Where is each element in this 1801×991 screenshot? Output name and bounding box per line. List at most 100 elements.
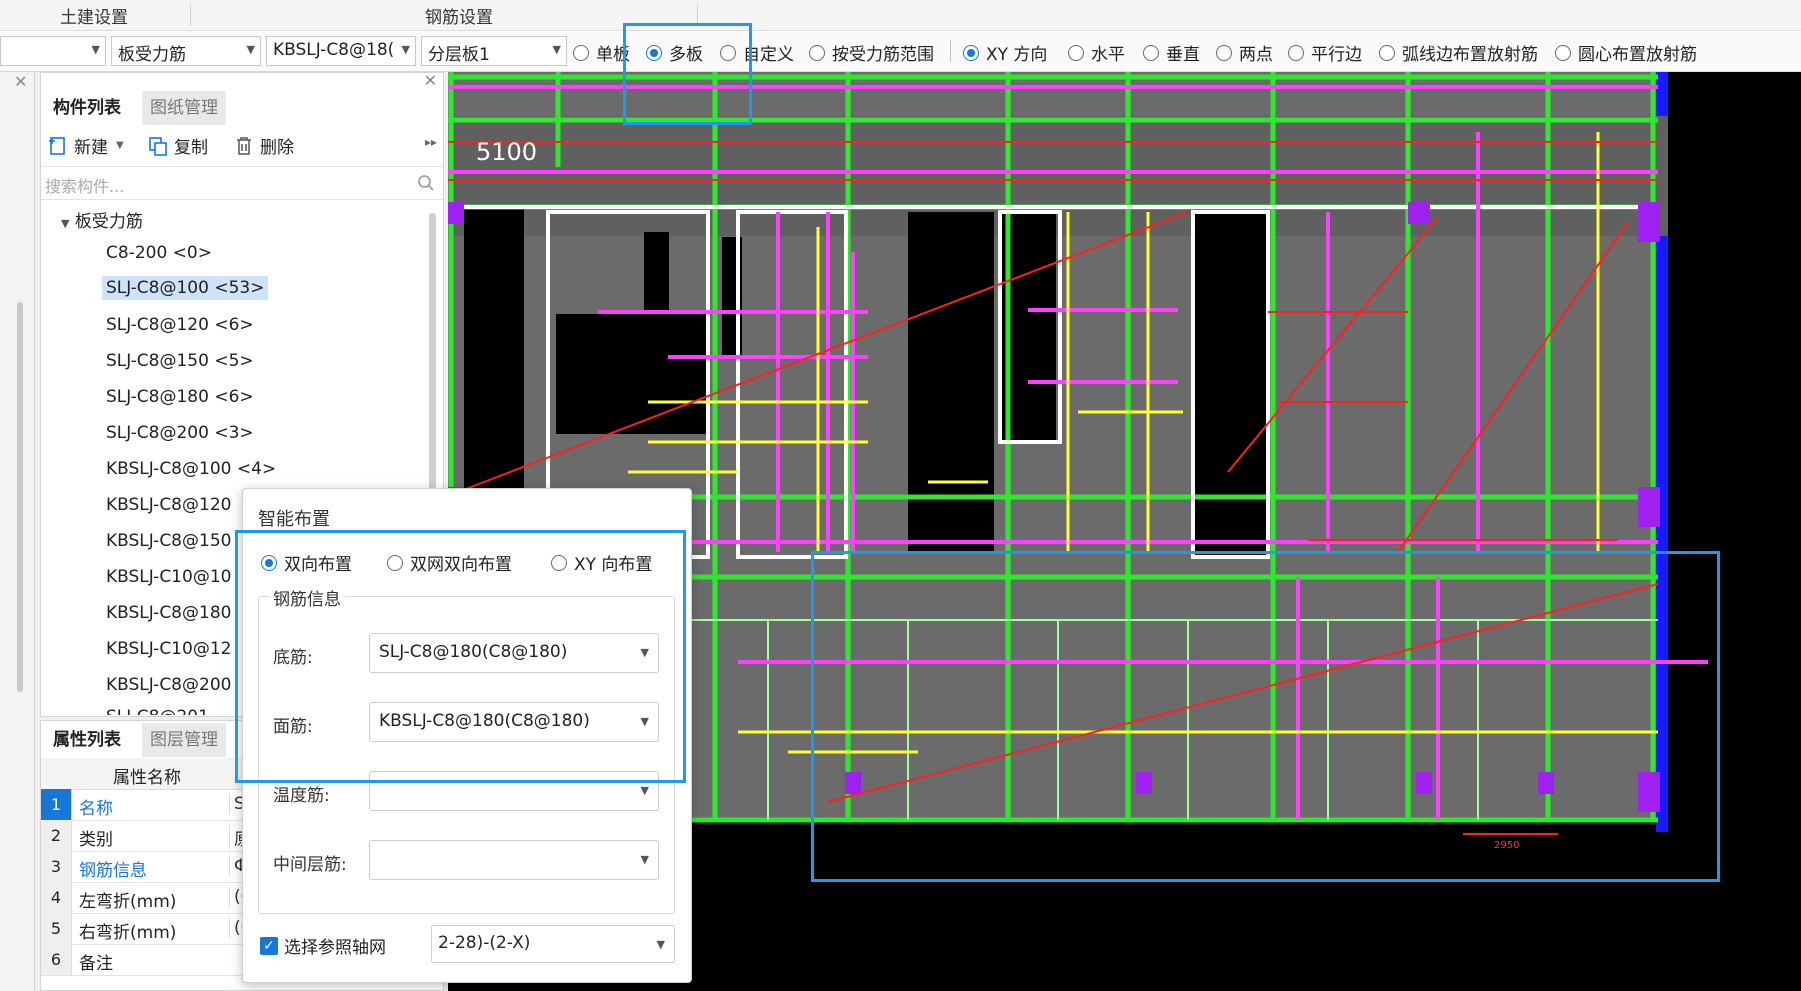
- tab-rebar-settings[interactable]: 钢筋设置: [425, 3, 493, 28]
- list-item[interactable]: C8-200 <0>: [106, 243, 212, 263]
- chevron-down-icon: ▼: [116, 140, 124, 151]
- chevron-down-icon: ▼: [246, 43, 255, 56]
- radio-circle-icon: [573, 44, 589, 61]
- radio-circle-icon: [1143, 44, 1159, 61]
- radio-by-rebar-range[interactable]: 按受力筋范围: [809, 40, 934, 65]
- component-type-combo[interactable]: 板受力筋 ▼: [111, 36, 261, 66]
- chevron-down-icon: ▼: [401, 43, 410, 56]
- search-box[interactable]: 搜索构件...: [41, 166, 443, 200]
- radio-label: XY 向布置: [574, 555, 653, 575]
- radio-label: 垂直: [1166, 45, 1200, 65]
- radio-circle-icon: [1379, 44, 1395, 61]
- tab-property-list[interactable]: 属性列表: [45, 723, 129, 757]
- top-rebar-select[interactable]: KBSLJ-C8@180(C8@180) ▼: [369, 702, 659, 742]
- temperature-rebar-label: 温度筋:: [273, 786, 330, 806]
- scrollbar[interactable]: [17, 302, 23, 692]
- list-item[interactable]: SLJ-C8@120 <6>: [106, 315, 254, 335]
- radio-horizontal[interactable]: 水平: [1068, 40, 1125, 65]
- temperature-rebar-select[interactable]: ▼: [369, 771, 659, 811]
- slab-layer-combo[interactable]: 分层板1 ▼: [421, 36, 567, 66]
- tree-root[interactable]: ▼ 板受力筋: [61, 207, 143, 232]
- chevron-down-icon: ▼: [640, 853, 649, 866]
- new-file-icon: [49, 136, 65, 155]
- tab-component-list[interactable]: 构件列表: [45, 91, 129, 125]
- search-icon[interactable]: [417, 174, 435, 192]
- list-item[interactable]: KBSLJ-C8@180: [106, 603, 231, 623]
- chevron-down-icon: ▼: [91, 43, 100, 56]
- reference-axis-checkbox[interactable]: ✓ 选择参照轴网: [260, 933, 386, 958]
- list-item[interactable]: SLJ-C8@200 <3>: [106, 423, 254, 443]
- radio-checked-icon: [646, 44, 662, 61]
- middle-layer-rebar-select[interactable]: ▼: [369, 840, 659, 880]
- tab-layer-management[interactable]: 图层管理: [142, 723, 226, 757]
- list-item[interactable]: KBSLJ-C8@150: [106, 531, 231, 551]
- list-item[interactable]: KBSLJ-C10@12: [106, 639, 231, 659]
- radio-vertical[interactable]: 垂直: [1143, 40, 1200, 65]
- dialog-title: 智能布置: [258, 509, 330, 530]
- radio-label: 单板: [596, 45, 630, 65]
- radio-label: 两点: [1239, 45, 1273, 65]
- radio-xy-layout[interactable]: XY 向布置: [551, 550, 652, 575]
- bottom-rebar-label: 底筋:: [273, 648, 313, 668]
- copy-button[interactable]: 复制: [147, 133, 208, 158]
- radio-multi-slab[interactable]: 多板: [646, 40, 703, 65]
- list-item-selected[interactable]: SLJ-C8@100 <53>: [102, 276, 269, 300]
- radio-label: 弧线边布置放射筋: [1402, 45, 1538, 65]
- checkbox-checked-icon: ✓: [260, 936, 278, 955]
- list-item[interactable]: KBSLJ-C8@120: [106, 495, 231, 515]
- radio-circle-icon: [1288, 44, 1304, 61]
- list-item[interactable]: SLJ-C8@180 <6>: [106, 387, 254, 407]
- top-rebar-label: 面筋:: [273, 717, 313, 737]
- radio-double-net-layout[interactable]: 双网双向布置: [387, 550, 512, 575]
- close-icon[interactable]: ✕: [14, 72, 27, 91]
- property-name: 左弯折(mm): [79, 892, 177, 912]
- close-icon[interactable]: ✕: [424, 71, 437, 90]
- row-number: 6: [41, 944, 72, 975]
- radio-center-radial[interactable]: 圆心布置放射筋: [1555, 40, 1697, 65]
- property-name: 类别: [79, 830, 113, 850]
- radio-label: 水平: [1091, 45, 1125, 65]
- reference-axis-select[interactable]: 2-28)-(2-X) ▼: [431, 925, 675, 963]
- list-item[interactable]: KBSLJ-C8@200: [106, 675, 231, 695]
- row-number: 1: [41, 789, 72, 820]
- settings-header: 土建设置 钢筋设置: [0, 0, 1801, 31]
- delete-button[interactable]: 删除: [233, 133, 294, 158]
- chevron-down-icon: ▼: [656, 938, 665, 951]
- list-item[interactable]: SLJ-C8@150 <5>: [106, 351, 254, 371]
- list-item[interactable]: KBSLJ-C8@100 <4>: [106, 459, 276, 479]
- tab-drawing-management[interactable]: 图纸管理: [142, 91, 226, 125]
- more-arrow-icon[interactable]: ▸▸: [425, 135, 437, 149]
- smart-layout-dialog: 智能布置 双向布置 双网双向布置 XY 向布置 钢筋信息 底筋: SLJ-C8@…: [242, 488, 692, 983]
- radio-circle-icon: [1216, 44, 1232, 61]
- row-number: 5: [41, 913, 72, 944]
- radio-parallel-edge[interactable]: 平行边: [1288, 40, 1362, 65]
- layer-combo[interactable]: ▼: [0, 36, 106, 66]
- property-name: 名称: [79, 799, 113, 819]
- row-number: 3: [41, 851, 72, 882]
- tab-civil-settings[interactable]: 土建设置: [60, 3, 128, 28]
- radio-circle-icon: [809, 44, 825, 61]
- list-item[interactable]: SLJ-C8@201: [106, 707, 209, 715]
- column-header-name: 属性名称: [113, 768, 181, 788]
- search-input[interactable]: 搜索构件...: [45, 173, 124, 197]
- radio-custom[interactable]: 自定义: [720, 40, 794, 65]
- radio-xy-direction[interactable]: XY 方向: [963, 40, 1047, 65]
- new-button[interactable]: 新建 ▼: [47, 133, 124, 158]
- radio-circle-icon: [387, 554, 403, 571]
- radio-label: 双向布置: [284, 555, 352, 575]
- bottom-rebar-select[interactable]: SLJ-C8@180(C8@180) ▼: [369, 633, 659, 673]
- delete-button-label: 删除: [260, 138, 294, 158]
- list-item[interactable]: KBSLJ-C10@10: [106, 567, 231, 587]
- radio-single-slab[interactable]: 单板: [573, 40, 630, 65]
- copy-icon: [149, 136, 167, 156]
- radio-arc-radial[interactable]: 弧线边布置放射筋: [1379, 40, 1538, 65]
- radio-two-way-layout[interactable]: 双向布置: [261, 550, 352, 575]
- radio-label: 自定义: [743, 45, 794, 65]
- dimension-label: 5100: [476, 138, 537, 166]
- radio-label: 平行边: [1311, 45, 1362, 65]
- header-divider: [190, 4, 191, 26]
- combo-value: 分层板1: [428, 45, 490, 65]
- radio-label: XY 方向: [986, 45, 1048, 65]
- rebar-combo[interactable]: KBSLJ-C8@18(▼: [266, 36, 416, 66]
- radio-two-points[interactable]: 两点: [1216, 40, 1273, 65]
